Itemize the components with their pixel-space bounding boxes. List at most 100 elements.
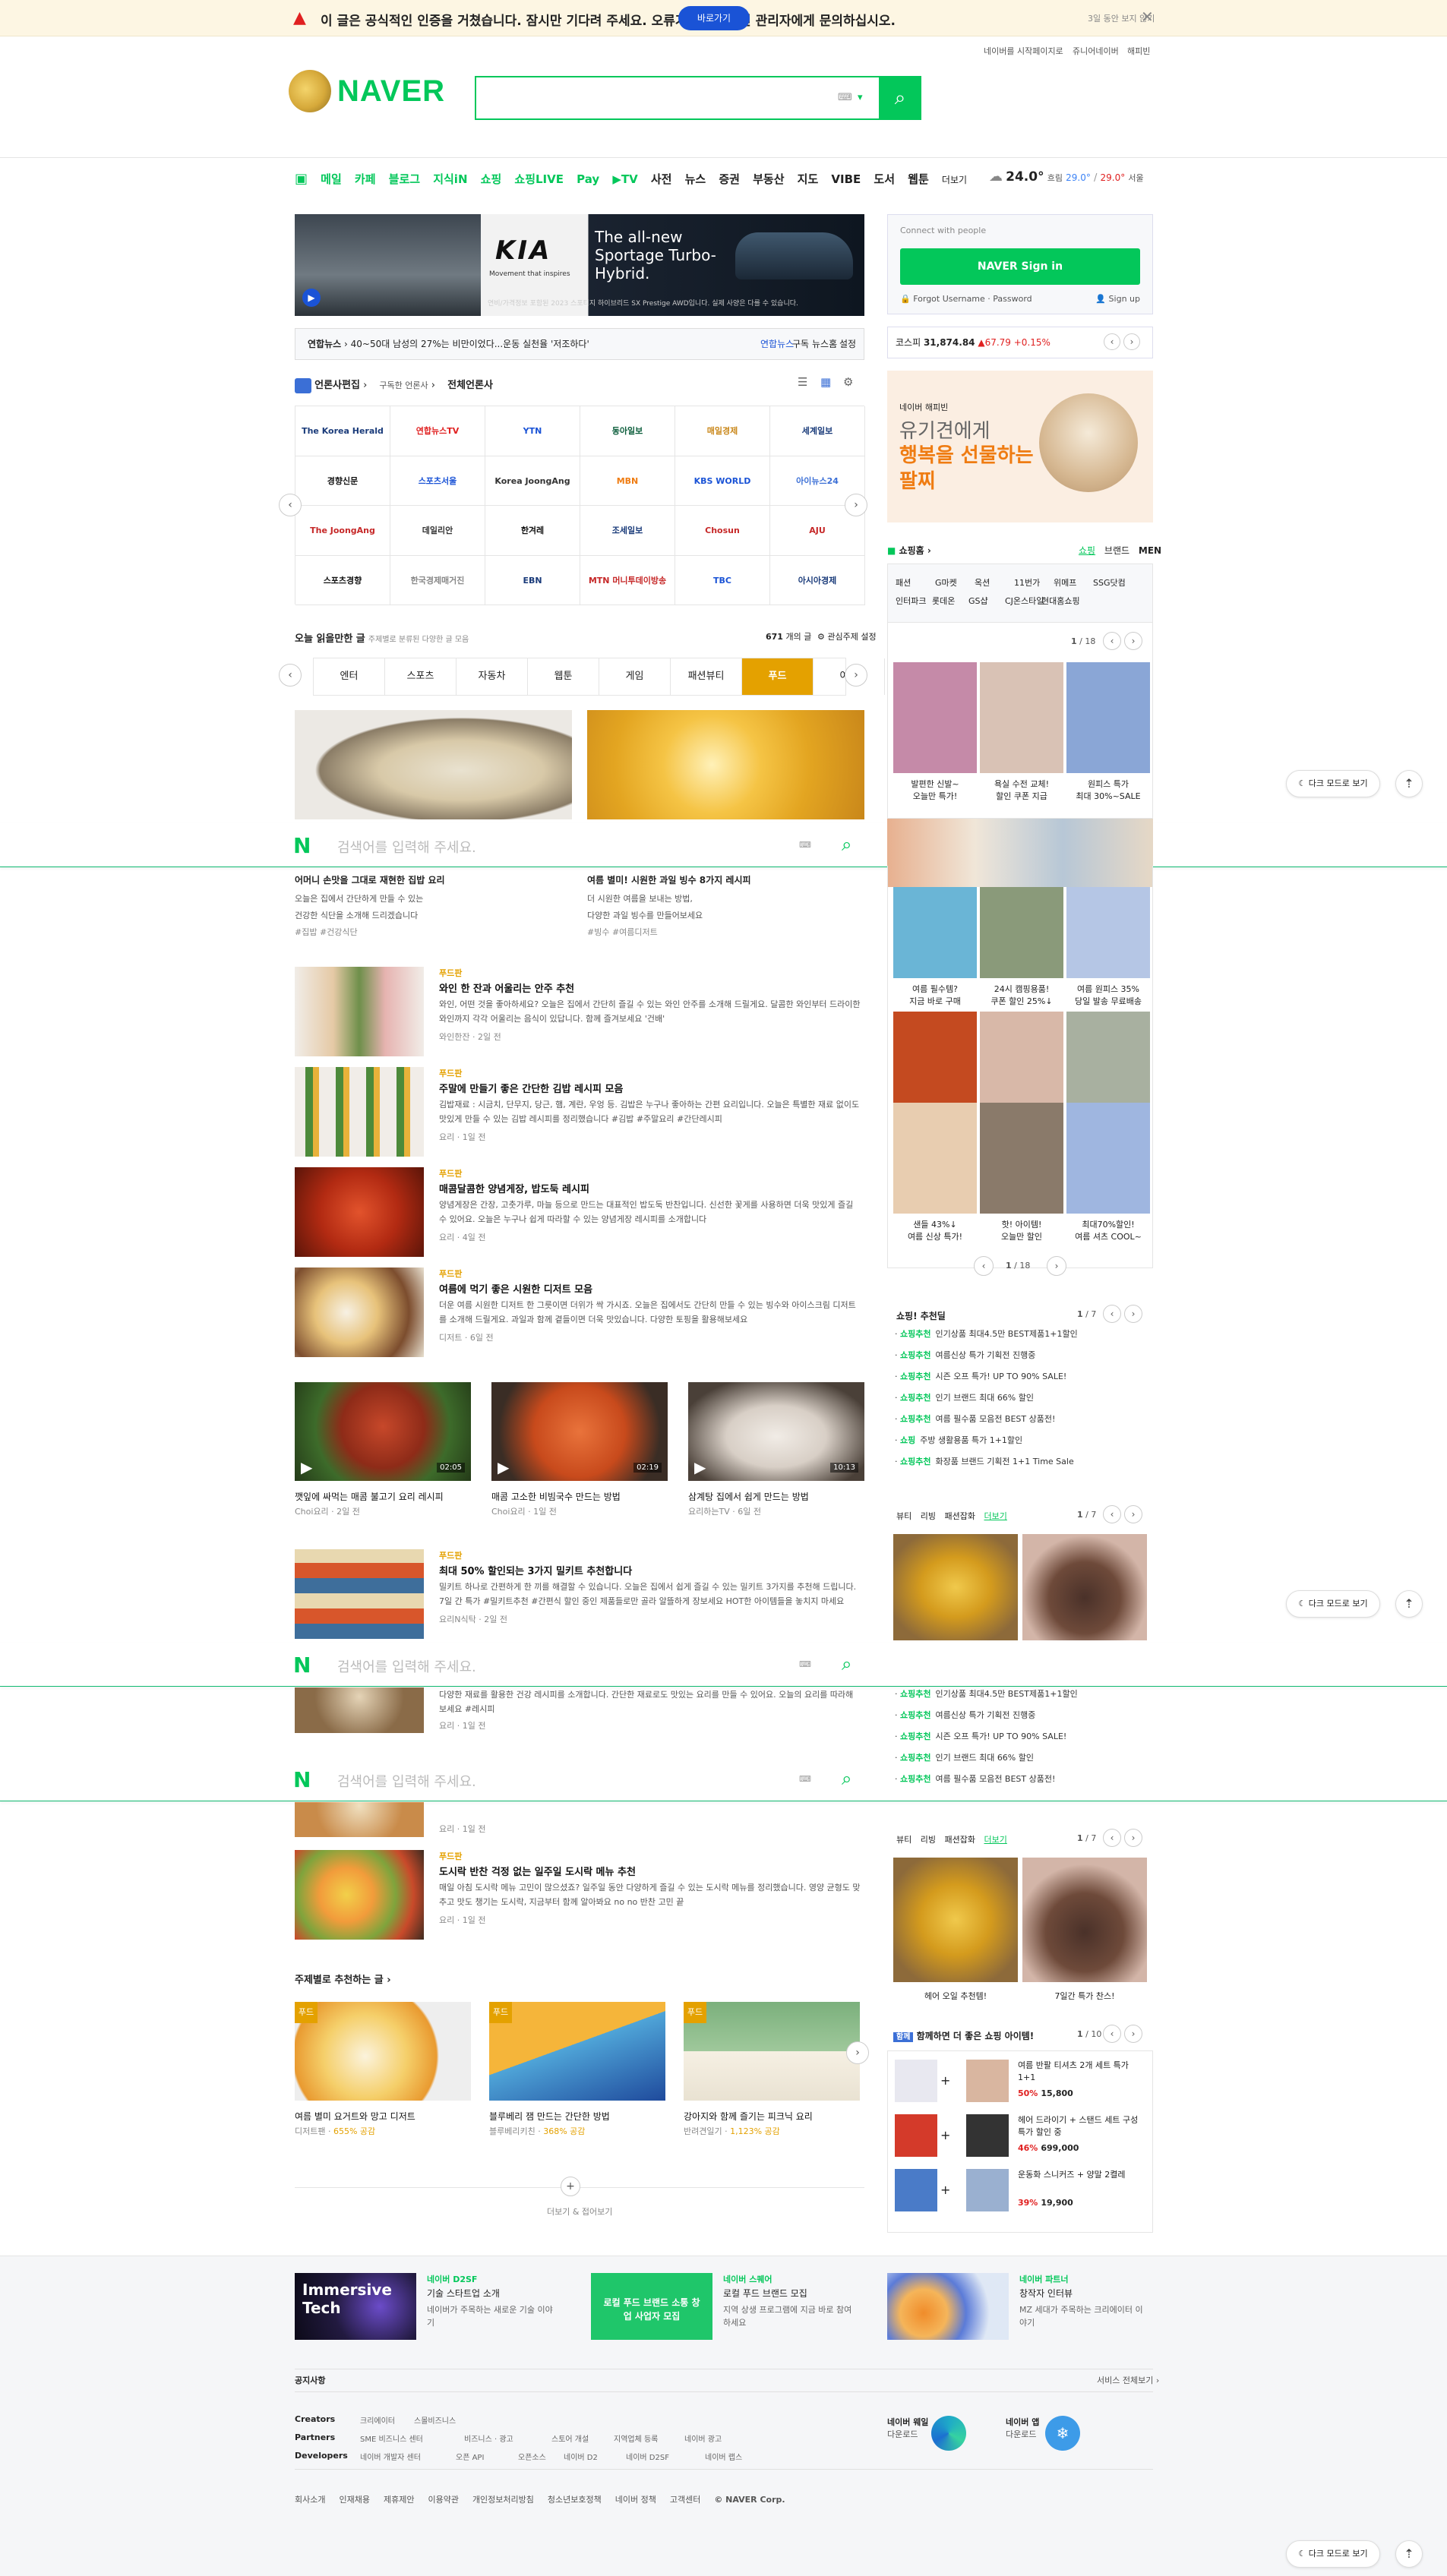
footer-bottom-link[interactable]: 고객센터 xyxy=(670,2495,700,2505)
more-button[interactable]: 더보기 & 접어보기 xyxy=(547,2205,612,2218)
happybean-link[interactable]: 해피빈 xyxy=(1127,45,1150,57)
press-logo[interactable]: MBN xyxy=(580,456,675,506)
article-item[interactable]: 푸드판 도시락 반찬 걱정 없는 일주일 도시락 메뉴 추천 매일 아침 도시락… xyxy=(295,1850,864,1940)
nav-tv[interactable]: ▶TV xyxy=(612,163,637,196)
top-card-2[interactable]: 여름 별미! 시원한 과일 빙수 8가지 레시피 더 시원한 여름을 보내는 방… xyxy=(587,873,864,938)
shopping-filter[interactable]: SSG닷컴 xyxy=(1093,576,1126,589)
nav-blog[interactable]: 블로그 xyxy=(389,163,420,196)
deal-row[interactable]: · 쇼핑추천 시즌 오프 특가! UP TO 90% SALE! xyxy=(895,1730,1066,1742)
news-subscribe-link[interactable]: 구독 xyxy=(792,329,809,359)
recommend-card[interactable]: 푸드 블루베리 잼 만드는 간단한 방법 블루베리키친 · 368% 공감 xyxy=(489,2002,665,2139)
article-item[interactable]: 푸드판 매콤달콤한 양념게장, 밥도둑 레시피 양념게장은 간장, 고춧가루, … xyxy=(295,1167,864,1257)
tab-brand[interactable]: 브랜드 xyxy=(1104,545,1129,556)
video-title[interactable]: 삼계탕 집에서 쉽게 만드는 방법 xyxy=(688,1490,809,1503)
sticky-search-input[interactable]: 검색어를 입력해 주세요. xyxy=(337,1656,476,1676)
article-title[interactable]: 와인 한 잔과 어울리는 안주 추천 xyxy=(439,980,574,995)
topic-tab[interactable]: 엔터 xyxy=(314,658,385,695)
recommend-card[interactable]: 푸드 여름 별미 요거트와 망고 디저트 디저트팬 · 655% 공감 xyxy=(295,2002,471,2139)
video-title[interactable]: 매콤 고소한 비빔국수 만드는 방법 xyxy=(491,1490,621,1503)
video-title[interactable]: 깻잎에 싸먹는 매콤 불고기 요리 레시피 xyxy=(295,1490,444,1503)
beauty-image[interactable] xyxy=(1022,1858,1147,1982)
news-settings-link[interactable]: 설정 xyxy=(839,329,856,359)
deal-row[interactable]: · 쇼핑추천 인기상품 최대4.5만 BEST제품1+1할인 xyxy=(895,1327,1078,1340)
deal-row[interactable]: · 쇼핑추천 인기 브랜드 최대 66% 할인 xyxy=(895,1751,1034,1763)
beauty-image[interactable] xyxy=(1022,1534,1147,1640)
tabs-prev-button[interactable]: ‹ xyxy=(279,664,302,687)
nav-more[interactable]: 더보기 xyxy=(942,163,967,197)
shopping-next-button[interactable]: › xyxy=(1124,632,1142,650)
deal-row[interactable]: · 쇼핑추천 인기 브랜드 최대 66% 할인 xyxy=(895,1391,1034,1403)
news-press-link[interactable]: 연합뉴스 xyxy=(760,329,794,359)
footer-bottom-link[interactable]: 제휴제안 xyxy=(384,2495,414,2505)
stock-prev-button[interactable]: ‹ xyxy=(1104,333,1120,350)
kia-banner-ad[interactable]: KIA Movement that inspires The all-new S… xyxy=(295,214,864,316)
scroll-top-button[interactable]: ⇡ xyxy=(1395,2540,1423,2568)
topic-tab[interactable]: 게임 xyxy=(599,658,671,695)
shopping-filter[interactable]: 패션 xyxy=(896,576,911,589)
footer-card[interactable]: Immersive Tech 네이버 D2SF 기술 스타트업 소개 네이버가 … xyxy=(295,2273,561,2341)
nav-kin[interactable]: 지식iN xyxy=(433,163,467,196)
press-prev-button[interactable]: ‹ xyxy=(279,494,302,516)
deals-next-button[interactable]: › xyxy=(1124,1305,1142,1323)
press-logo[interactable]: 연합뉴스TV xyxy=(390,406,485,456)
press-logo[interactable]: 한국경제매거진 xyxy=(390,555,485,605)
press-logo[interactable]: MTN 머니투데이방송 xyxy=(580,555,675,605)
beauty-next-button[interactable]: › xyxy=(1124,1829,1142,1847)
home-icon[interactable]: ▣ xyxy=(295,163,308,196)
press-logo[interactable]: The Korea Herald xyxy=(295,406,390,456)
shopping-filter[interactable]: 현대홈쇼핑 xyxy=(1041,595,1080,607)
search-icon[interactable]: ⌕ xyxy=(842,1768,851,1789)
press-next-button[interactable]: › xyxy=(845,494,867,516)
naver-signin-button[interactable]: NAVER Sign in xyxy=(900,248,1140,285)
sets-next-button[interactable]: › xyxy=(1124,2025,1142,2043)
sticky-search-input[interactable]: 검색어를 입력해 주세요. xyxy=(337,837,476,857)
play-icon[interactable]: ▶ xyxy=(301,1458,319,1476)
article-title[interactable]: 여름에 먹기 좋은 시원한 디저트 모음 xyxy=(439,1281,592,1296)
footer-link[interactable]: 크리에이터 xyxy=(360,2414,395,2426)
footer-link[interactable]: 네이버 광고 xyxy=(684,2432,722,2444)
nav-shopping-live[interactable]: 쇼핑LIVE xyxy=(514,163,564,196)
deal-row[interactable]: · 쇼핑추천 여름신상 특가 기획전 진행중 xyxy=(895,1709,1035,1721)
grid-view-icon[interactable]: ▦ xyxy=(820,375,831,389)
search-icon[interactable]: ⌕ xyxy=(842,1653,851,1675)
nav-shopping[interactable]: 쇼핑 xyxy=(481,163,502,196)
footer-bottom-link[interactable]: 회사소개 xyxy=(295,2495,325,2505)
article-item[interactable]: 다양한 재료를 활용한 건강 레시피를 소개합니다. 간단한 재료로도 맛있는 … xyxy=(295,1687,864,1733)
happybean-ad[interactable]: 네이버 해피빈 유기견에게 행복을 선물하는 팔찌 xyxy=(887,371,1153,522)
article-title[interactable]: 최대 50% 할인되는 3가지 밀키트 추천합니다 xyxy=(439,1563,632,1577)
footer-bottom-link[interactable]: 청소년보호정책 xyxy=(548,2495,602,2505)
article-item[interactable]: 푸드판 최대 50% 할인되는 3가지 밀키트 추천합니다 밀키트 하나로 간편… xyxy=(295,1549,864,1639)
deals-title[interactable]: 쇼핑! 추천딜 xyxy=(896,1309,946,1322)
naver-n-logo[interactable]: N xyxy=(293,1653,311,1678)
deal-row[interactable]: · 쇼핑추천 시즌 오프 특가! UP TO 90% SALE! xyxy=(895,1370,1066,1382)
deal-row[interactable]: · 쇼핑추천 화장품 브랜드 기획전 1+1 Time Sale xyxy=(895,1455,1074,1467)
nav-realestate[interactable]: 부동산 xyxy=(753,163,784,196)
sticky-search-input[interactable]: 검색어를 입력해 주세요. xyxy=(337,1771,476,1791)
news-home-link[interactable]: 뉴스홈 xyxy=(812,329,837,359)
naver-app-icon[interactable]: ❄ xyxy=(1045,2416,1080,2451)
shopping-prev-button[interactable]: ‹ xyxy=(974,1256,994,1276)
shopping-filter[interactable]: 옥션 xyxy=(975,576,990,589)
sets-title[interactable]: 함께 함께하면 더 좋은 쇼핑 아이템! xyxy=(893,2029,1034,2042)
footer-link[interactable]: 네이버 랩스 xyxy=(705,2451,742,2462)
press-header-label[interactable]: 언론사편집 xyxy=(314,380,360,391)
press-logo[interactable]: 세계일보 xyxy=(770,406,865,456)
naver-n-logo[interactable]: N xyxy=(293,833,311,858)
nav-dict[interactable]: 사전 xyxy=(651,163,672,196)
deal-row[interactable]: · 쇼핑추천 여름신상 특가 기획전 진행중 xyxy=(895,1349,1035,1361)
deals-prev-button[interactable]: ‹ xyxy=(1103,1305,1121,1323)
nav-vibe[interactable]: VIBE xyxy=(831,163,861,196)
play-icon[interactable]: ▶ xyxy=(302,289,321,307)
article-item[interactable]: 푸드판 주말에 만들기 좋은 간단한 김밥 레시피 모음 김밥재료 : 시금치,… xyxy=(295,1067,864,1157)
recommend-card-title[interactable]: 블루베리 잼 만드는 간단한 방법 xyxy=(489,2110,610,2123)
article-title[interactable]: 주말에 만들기 좋은 간단한 김밥 레시피 모음 xyxy=(439,1081,623,1095)
scroll-top-button[interactable]: ⇡ xyxy=(1395,1590,1423,1618)
top-card-1[interactable]: 어머니 손맛을 그대로 재현한 집밥 요리 오늘은 집에서 간단하게 만들 수 … xyxy=(295,873,572,938)
whale-icon[interactable] xyxy=(931,2416,966,2451)
subscribed-press-link[interactable]: 구독한 언론사 xyxy=(379,380,428,390)
article-title[interactable]: 매콤달콤한 양념게장, 밥도둑 레시피 xyxy=(439,1181,589,1195)
footer-link[interactable]: 오픈 API xyxy=(456,2451,484,2462)
beauty-prev-button[interactable]: ‹ xyxy=(1103,1505,1121,1523)
play-icon[interactable]: ▶ xyxy=(498,1458,516,1476)
press-logo[interactable]: Chosun xyxy=(675,506,770,556)
